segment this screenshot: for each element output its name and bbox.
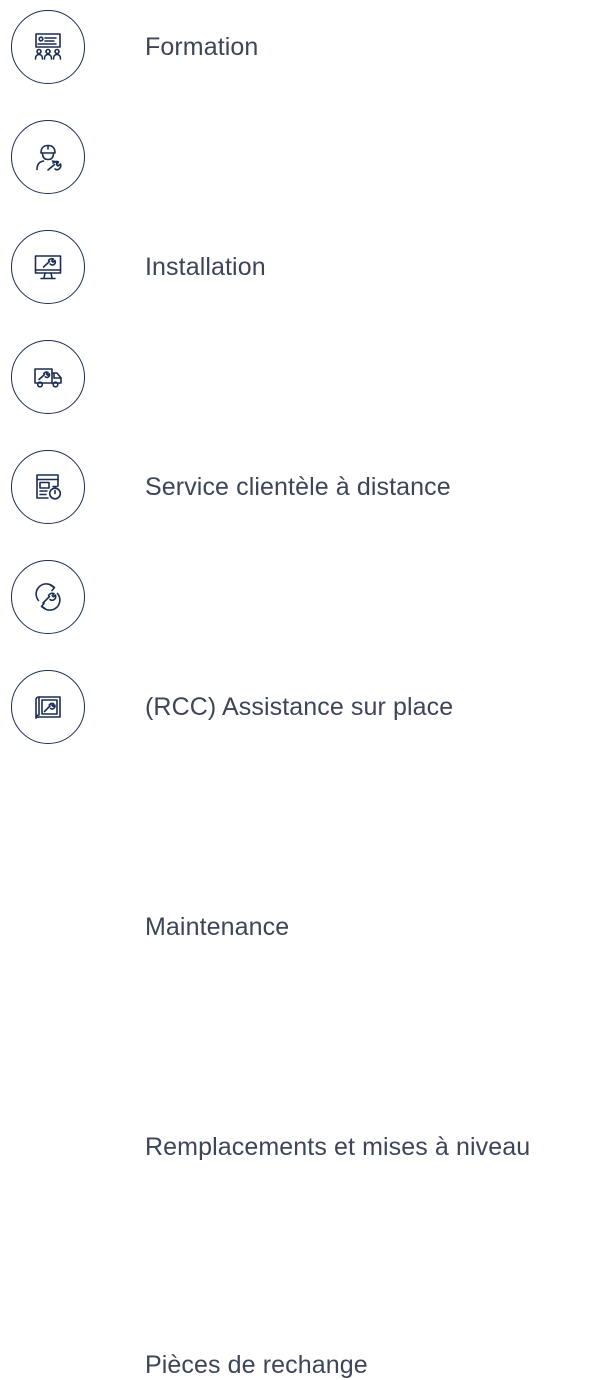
service-item-maintenance[interactable]: Maintenance bbox=[0, 440, 592, 941]
monitor-wrench-icon bbox=[11, 230, 85, 304]
service-item-spare-parts[interactable]: Pièces de rechange bbox=[0, 660, 592, 1379]
service-item-replacements-upgrades[interactable]: Remplacements et mises à niveau bbox=[0, 550, 592, 1161]
service-label-replacements-upgrades[interactable]: Remplacements et mises à niveau bbox=[145, 1132, 530, 1162]
service-item-installation[interactable]: Installation bbox=[0, 110, 592, 281]
document-stopwatch-icon bbox=[11, 450, 85, 524]
service-label-formation[interactable]: Formation bbox=[145, 32, 258, 62]
cycle-wrench-icon bbox=[11, 560, 85, 634]
service-item-remote-customer-service[interactable]: Service clientèle à distance bbox=[0, 220, 592, 501]
service-label-spare-parts[interactable]: Pièces de rechange bbox=[145, 1350, 368, 1380]
services-list: Formation Installation Service clientèle… bbox=[0, 0, 592, 1379]
training-presentation-icon bbox=[11, 10, 85, 84]
service-item-formation[interactable]: Formation bbox=[0, 0, 592, 100]
service-item-onsite-assistance[interactable]: (RCC) Assistance sur place bbox=[0, 330, 592, 721]
service-label-maintenance[interactable]: Maintenance bbox=[145, 912, 289, 942]
service-truck-icon bbox=[11, 340, 85, 414]
technician-wrench-icon bbox=[11, 120, 85, 194]
blueprint-wrench-icon bbox=[11, 670, 85, 744]
